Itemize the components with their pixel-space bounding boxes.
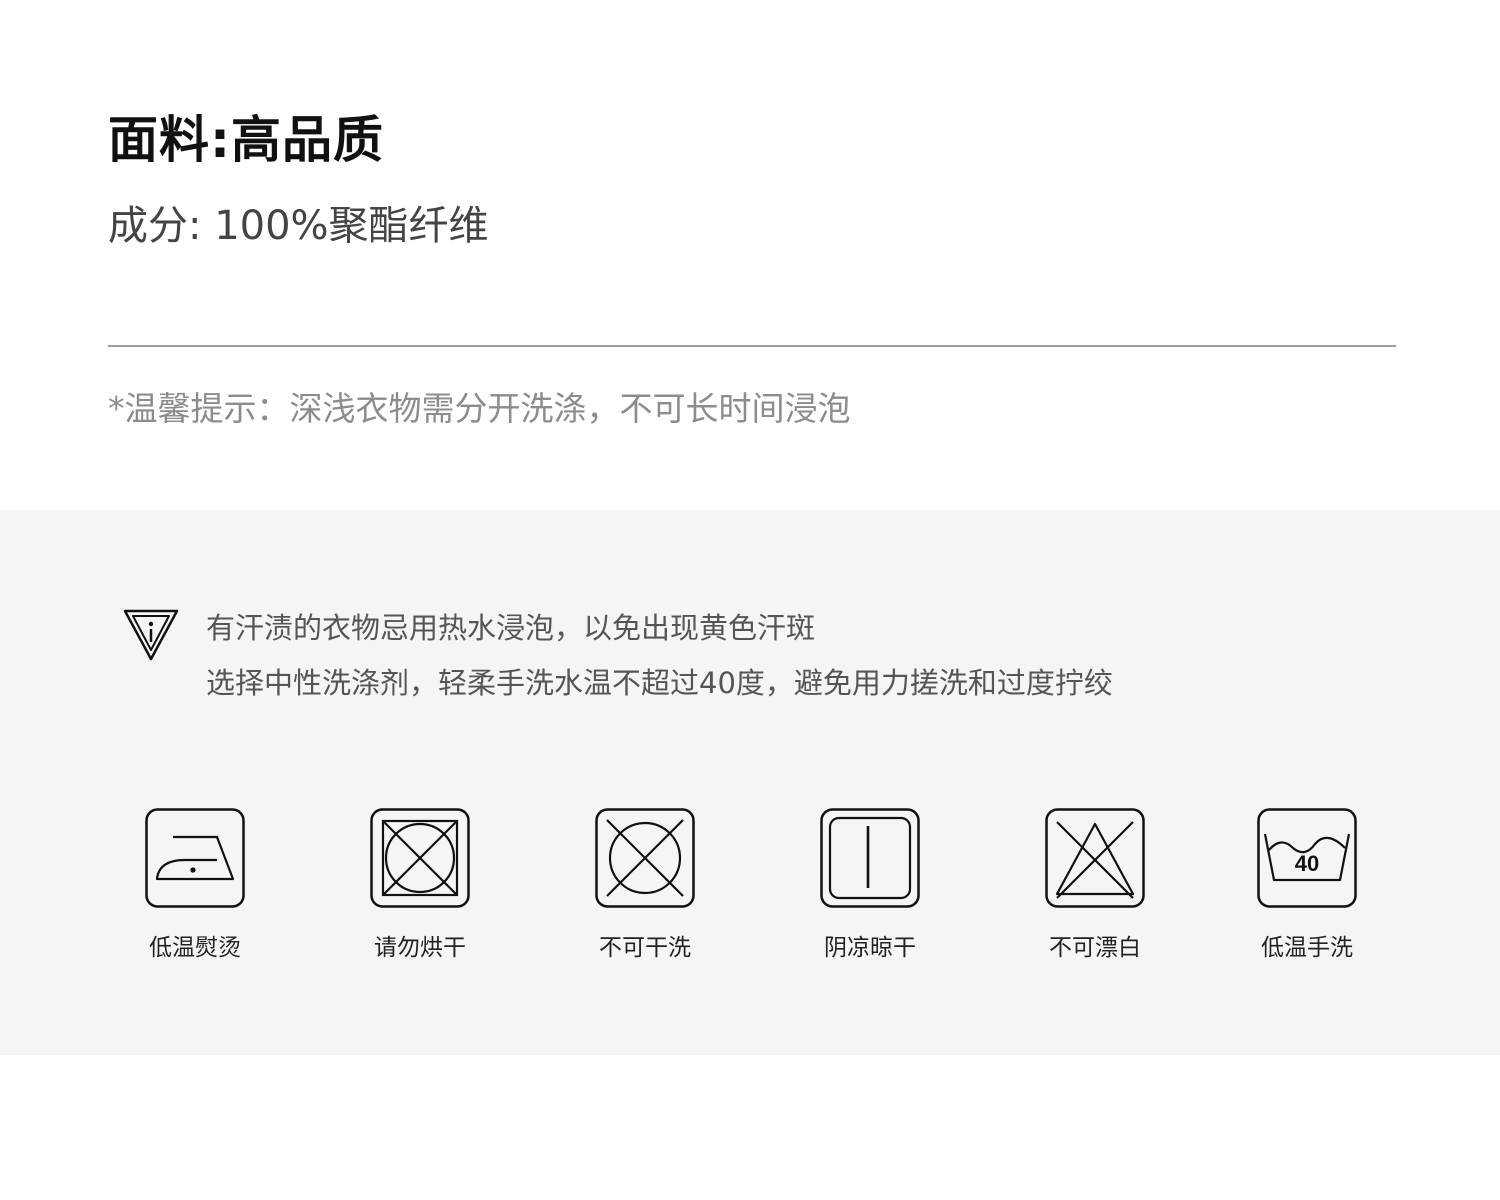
symbol-label: 不可漂白 [1049,935,1141,961]
warning-line: 有汗渍的衣物忌用热水浸泡，以免出现黄色汗斑 [206,611,816,645]
warning-line: 选择中性洗涤剂，轻柔手洗水温不超过40度，避免用力搓洗和过度拧绞 [206,666,1113,700]
care-tip: *温馨提示：深浅衣物需分开洗涤，不可长时间浸泡 [108,389,851,428]
fabric-composition: 成分: 100%聚酯纤维 [108,203,489,249]
no-bleach-icon [1045,808,1145,908]
no-dry-clean-icon [595,808,695,908]
symbol-label: 请勿烘干 [374,935,466,961]
symbol-label: 低温手洗 [1261,935,1353,961]
care-instructions-panel [0,510,1500,1055]
symbol-label: 不可干洗 [599,935,691,961]
symbol-label: 阴凉晾干 [824,935,916,961]
shade-dry-icon [820,808,920,908]
section-divider [108,345,1396,347]
no-tumble-dry-icon [370,808,470,908]
hand-wash-40-icon: 40 [1257,808,1357,908]
wash-temperature: 40 [1295,851,1319,876]
fabric-title: 面料:高品质 [108,111,384,169]
symbol-label: 低温熨烫 [149,935,241,961]
low-heat-iron-icon [145,808,245,908]
warning-triangle-icon [122,608,180,662]
